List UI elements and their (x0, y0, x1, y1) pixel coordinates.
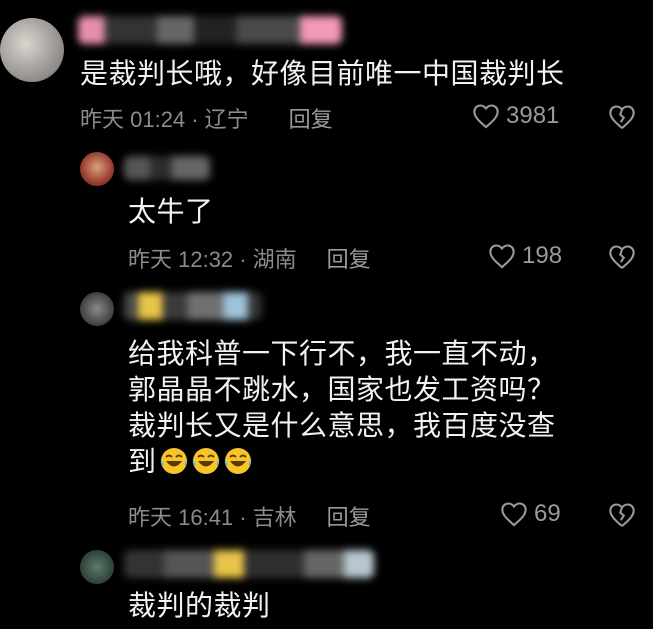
avatar[interactable] (80, 550, 114, 584)
heart-icon (489, 244, 515, 269)
comment-text-line: 郭晶晶不跳水，国家也发工资吗？ (128, 373, 556, 406)
comment-location: 辽宁 (204, 107, 249, 132)
laughing-crying-face-icon (223, 445, 255, 478)
like-button[interactable]: 69 (500, 500, 561, 528)
comment-location: 湖南 (252, 247, 297, 272)
like-button[interactable]: 3981 (472, 102, 559, 130)
avatar[interactable] (80, 292, 114, 326)
reply-button[interactable]: 回复 (289, 102, 333, 134)
comment-text: 是裁判长哦，好像目前唯一中国裁判长 (80, 57, 565, 90)
comment-text-line: 裁判长又是什么意思，我百度没查 (128, 409, 556, 442)
like-count: 69 (534, 500, 561, 527)
avatar[interactable] (80, 152, 114, 186)
comment-location: 吉林 (252, 505, 297, 530)
comment-meta: 昨天 16:41 · 吉林 回复 (128, 500, 371, 532)
comment-text: 太牛了 (128, 195, 214, 228)
comment-text: 给我科普一下行不，我一直不动， 郭晶晶不跳水，国家也发工资吗？ 裁判长又是什么意… (128, 336, 556, 480)
reply-button[interactable]: 回复 (327, 500, 371, 532)
reply-button[interactable]: 回复 (327, 242, 371, 274)
heart-icon (501, 502, 527, 527)
like-button[interactable]: 198 (488, 242, 562, 270)
comment-meta: 昨天 12:32 · 湖南 回复 (128, 242, 371, 274)
username-blurred[interactable] (124, 292, 262, 320)
heart-icon (473, 104, 499, 129)
like-count: 3981 (506, 102, 560, 129)
broken-heart-icon[interactable] (608, 244, 636, 270)
comment-text-last-line: 到 (128, 444, 556, 480)
laughing-crying-face-icon (159, 445, 191, 478)
broken-heart-icon[interactable] (608, 104, 636, 130)
username-blurred[interactable] (124, 550, 374, 578)
comment-text-line: 给我科普一下行不，我一直不动， (128, 337, 556, 370)
comment-text-line: 到 (128, 445, 157, 478)
comment-meta: 昨天 01:24 · 辽宁 回复 (80, 102, 333, 134)
comment-time: 昨天 12:32 · (128, 247, 247, 272)
broken-heart-icon[interactable] (608, 502, 636, 528)
laughing-crying-face-icon (191, 445, 223, 478)
comment-time: 昨天 01:24 · (80, 107, 199, 132)
comment-text: 裁判的裁判 (128, 589, 271, 622)
username-blurred[interactable] (124, 156, 210, 180)
comment-time: 昨天 16:41 · (128, 505, 247, 530)
like-count: 198 (522, 242, 563, 269)
username-blurred[interactable] (78, 16, 342, 44)
avatar[interactable] (0, 18, 64, 82)
